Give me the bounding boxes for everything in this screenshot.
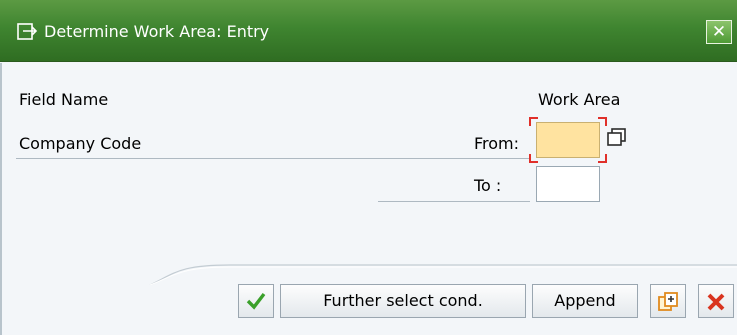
focus-frame <box>598 154 607 163</box>
ok-button[interactable] <box>238 284 274 318</box>
column-header-field-name: Field Name <box>19 90 109 109</box>
focus-frame <box>598 117 607 126</box>
footer-separator <box>149 264 737 285</box>
row-label-company-code: Company Code <box>19 134 142 153</box>
dialog-left-border <box>0 63 2 335</box>
cancel-icon <box>707 293 725 311</box>
to-label: To : <box>474 176 502 195</box>
focus-frame <box>529 154 538 163</box>
company-code-to-input[interactable] <box>536 166 600 202</box>
from-label: From: <box>474 134 520 153</box>
copy-icon <box>658 292 678 311</box>
copy-button[interactable] <box>650 284 686 318</box>
dialog-title: Determine Work Area: Entry <box>44 22 270 41</box>
dialog-titlebar: Determine Work Area: Entry ✕ <box>0 0 737 62</box>
window-entry-icon <box>17 23 38 40</box>
further-select-cond-button[interactable]: Further select cond. <box>280 284 526 318</box>
row-divider-right <box>378 158 530 159</box>
company-code-from-input[interactable] <box>536 122 600 158</box>
multiple-selection-icon[interactable] <box>606 127 628 147</box>
close-icon[interactable]: ✕ <box>706 20 732 44</box>
column-header-work-area: Work Area <box>538 90 621 109</box>
focus-frame <box>529 117 538 126</box>
to-row-divider <box>378 201 530 202</box>
append-button[interactable]: Append <box>532 284 638 318</box>
check-icon <box>246 292 266 310</box>
cancel-button[interactable] <box>698 284 734 318</box>
